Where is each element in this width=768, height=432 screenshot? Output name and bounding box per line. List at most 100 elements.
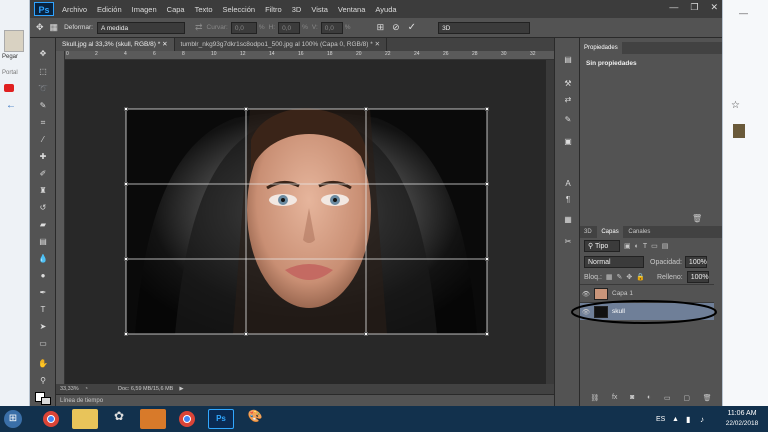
history-brush-icon[interactable]: ↺ — [35, 202, 51, 214]
warp-handle[interactable] — [364, 107, 368, 111]
marquee-tool-icon[interactable]: ⬚ — [35, 66, 51, 78]
paint-icon[interactable]: ✿ — [106, 409, 132, 429]
tab-tumblr[interactable]: tumblr_nkg93g7dkr1sc8odpo1_500.jpg al 10… — [175, 38, 388, 51]
background-color-swatch[interactable] — [41, 397, 51, 405]
menu-vista[interactable]: Vista — [311, 5, 328, 14]
tray-up-icon[interactable]: ▲ — [672, 416, 679, 423]
healing-brush-icon[interactable]: ✚ — [35, 151, 51, 163]
menu-seleccion[interactable]: Selección — [223, 5, 256, 14]
fx-icon[interactable]: fx — [612, 394, 617, 402]
zoom-tool-icon[interactable]: ⚲ — [35, 375, 51, 387]
menu-capa[interactable]: Capa — [167, 5, 185, 14]
warp-handle[interactable] — [124, 257, 128, 261]
brush-panel-icon[interactable]: ✎ — [560, 114, 576, 126]
warp-handle[interactable] — [244, 107, 248, 111]
network-icon[interactable]: ▮ — [686, 415, 690, 424]
filter-pixel-icon[interactable]: ▣ — [624, 242, 631, 250]
clone-stamp-icon[interactable]: ♜ — [35, 185, 51, 197]
warp-handle[interactable] — [485, 332, 489, 336]
clock-date[interactable]: 22/02/2018 — [720, 420, 764, 427]
toggle-mode-icon[interactable]: ⊞ — [377, 22, 385, 33]
filter-smart-icon[interactable]: ▤ — [662, 242, 669, 250]
paste-icon[interactable] — [4, 30, 24, 52]
lock-move-icon[interactable]: ✥ — [626, 273, 632, 281]
menu-ventana[interactable]: Ventana — [338, 5, 366, 14]
tool-presets-icon[interactable]: ⚒ — [560, 78, 576, 90]
paragraph-panel-icon[interactable]: ¶ — [560, 194, 576, 206]
window-close-icon[interactable]: ✕ — [710, 2, 718, 13]
filter-adjust-icon[interactable]: ◐ — [635, 243, 639, 250]
eraser-tool-icon[interactable]: ▰ — [35, 219, 51, 231]
tools-icon[interactable]: ✂ — [560, 236, 576, 248]
chrome-icon[interactable] — [174, 409, 200, 429]
eyedropper-tool-icon[interactable]: ⁄ — [35, 134, 51, 146]
tab-propiedades[interactable]: Propiedades — [580, 42, 622, 54]
quick-select-tool-icon[interactable]: ✎ — [35, 100, 51, 112]
lock-pixels-icon[interactable]: ▦ — [606, 273, 613, 281]
info-icon[interactable]: ◔ — [85, 386, 88, 392]
document-canvas[interactable] — [65, 60, 546, 384]
close-icon[interactable]: ✕ — [375, 41, 380, 48]
back-arrow-icon[interactable]: ← — [6, 100, 16, 111]
window-maximize-icon[interactable]: ❐ — [690, 2, 698, 13]
info-panel-icon[interactable]: ▣ — [560, 136, 576, 148]
status-arrow-icon[interactable]: ▶ — [179, 386, 183, 392]
lock-paint-icon[interactable]: ✎ — [617, 273, 623, 281]
volume-icon[interactable]: ♪ — [700, 415, 704, 424]
warp-handle[interactable] — [124, 332, 128, 336]
eye-icon[interactable]: 👁 — [580, 290, 592, 298]
warp-handle[interactable] — [124, 182, 128, 186]
start-button[interactable]: ⊞ — [4, 410, 22, 428]
timeline-panel[interactable]: Línea de tiempo — [56, 394, 554, 406]
menu-3d[interactable]: 3D — [292, 5, 302, 14]
menu-filtro[interactable]: Filtro — [265, 5, 282, 14]
v-input[interactable]: 0,0 — [320, 21, 343, 34]
styles-icon[interactable]: ▦ — [560, 214, 576, 226]
star-icon[interactable]: ☆ — [731, 100, 740, 111]
paint-palette-icon[interactable]: 🎨 — [242, 409, 268, 429]
warp-handle[interactable] — [124, 107, 128, 111]
crop-tool-icon[interactable]: ⌗ — [35, 117, 51, 129]
warp-handle[interactable] — [485, 182, 489, 186]
clock-time[interactable]: 11:06 AM — [720, 410, 764, 417]
opacity-input[interactable]: 100% — [684, 256, 707, 268]
language-indicator[interactable]: ES — [656, 416, 665, 423]
cancel-transform-icon[interactable]: ⊘ — [392, 22, 400, 33]
pen-tool-icon[interactable]: ✒ — [35, 287, 51, 299]
chrome-icon[interactable] — [38, 409, 64, 429]
delete-icon[interactable]: 🗑 — [692, 214, 702, 223]
workspace-select[interactable]: 3D — [438, 21, 531, 34]
dodge-tool-icon[interactable]: ● — [35, 270, 51, 282]
h-input[interactable]: 0,0 — [278, 21, 301, 34]
move-tool-icon[interactable]: ✥ — [35, 48, 51, 60]
menu-imagen[interactable]: Imagen — [132, 5, 157, 14]
path-select-icon[interactable]: ➤ — [35, 321, 51, 333]
tab-capas[interactable]: Capas — [597, 226, 623, 238]
filter-shape-icon[interactable]: ▭ — [651, 242, 658, 250]
type-tool-icon[interactable]: T — [35, 304, 51, 316]
character-panel-icon[interactable]: A — [560, 178, 576, 190]
tab-3d[interactable]: 3D — [580, 226, 596, 238]
commit-transform-icon[interactable]: ✓ — [408, 22, 416, 33]
close-icon[interactable]: ✕ — [162, 41, 167, 48]
hand-tool-icon[interactable]: ✋ — [35, 358, 51, 370]
move-tool-icon[interactable]: ✥ — [36, 22, 44, 33]
folder-icon[interactable]: ▭ — [664, 394, 671, 402]
trash-icon[interactable]: 🗑 — [703, 394, 712, 402]
shape-tool-icon[interactable]: ▭ — [35, 338, 51, 350]
layer-filter-select[interactable]: ⚲ Tipo — [584, 240, 620, 252]
file-explorer-icon[interactable] — [72, 409, 98, 429]
warp-handle[interactable] — [485, 257, 489, 261]
brush-tool-icon[interactable]: ✐ — [35, 168, 51, 180]
window-minimize-icon[interactable]: — — [669, 2, 678, 13]
presentation-icon[interactable] — [140, 409, 166, 429]
deformar-select[interactable]: A medida — [96, 21, 185, 34]
warp-handle[interactable] — [244, 332, 248, 336]
fill-input[interactable]: 100% — [686, 271, 709, 283]
lock-all-icon[interactable]: 🔒 — [636, 273, 645, 281]
gradient-tool-icon[interactable]: ▤ — [35, 236, 51, 248]
menu-edicion[interactable]: Edición — [97, 5, 122, 14]
tab-skull[interactable]: Skull.jpg al 33,3% (skull, RGB/8) * ✕ — [56, 38, 175, 51]
mask-icon[interactable]: ◙ — [630, 394, 634, 402]
zoom-level[interactable]: 33,33% — [60, 386, 79, 392]
